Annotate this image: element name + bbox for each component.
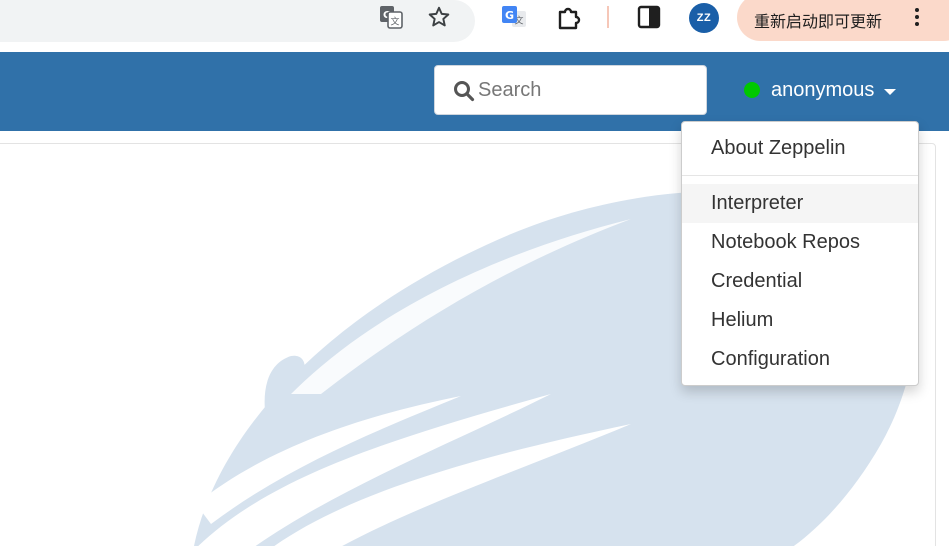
menu-item-interpreter[interactable]: Interpreter xyxy=(682,184,918,223)
profile-avatar[interactable]: ZZ xyxy=(689,3,719,33)
menu-item-configuration[interactable]: Configuration xyxy=(682,340,918,379)
username-label: anonymous xyxy=(771,78,875,101)
translate-icon[interactable]: G 文 xyxy=(376,2,406,32)
search-input[interactable] xyxy=(477,66,698,114)
more-menu-icon[interactable] xyxy=(913,5,921,31)
search-icon xyxy=(454,81,475,102)
caret-down-icon xyxy=(884,89,897,95)
google-translate-extension-icon[interactable]: 文 G xyxy=(499,2,529,32)
user-dropdown-menu: About Zeppelin Interpreter Notebook Repo… xyxy=(681,121,919,386)
menu-item-credential[interactable]: Credential xyxy=(682,262,918,301)
app-navbar: anonymous xyxy=(0,52,949,131)
svg-text:文: 文 xyxy=(391,16,400,28)
browser-toolbar: G 文 文 G ZZ 重新启动即可更新 xyxy=(0,0,949,53)
menu-divider xyxy=(682,175,918,176)
menu-item-helium[interactable]: Helium xyxy=(682,301,918,340)
menu-item-about-zeppelin[interactable]: About Zeppelin xyxy=(682,129,918,168)
toolbar-divider xyxy=(607,6,609,28)
user-menu-toggle[interactable]: anonymous xyxy=(744,75,897,105)
update-chrome-button[interactable]: 重新启动即可更新 xyxy=(737,0,949,41)
bookmark-star-icon[interactable] xyxy=(424,2,454,32)
side-panel-icon[interactable] xyxy=(634,2,664,32)
update-button-label: 重新启动即可更新 xyxy=(754,12,883,31)
connection-status-dot xyxy=(744,82,760,98)
search-box xyxy=(434,65,707,115)
extensions-puzzle-icon[interactable] xyxy=(554,2,584,32)
svg-text:G: G xyxy=(505,9,514,22)
menu-item-notebook-repos[interactable]: Notebook Repos xyxy=(682,223,918,262)
screen: G 文 文 G ZZ 重新启动即可更新 Search anonymous Abo… xyxy=(0,0,949,546)
